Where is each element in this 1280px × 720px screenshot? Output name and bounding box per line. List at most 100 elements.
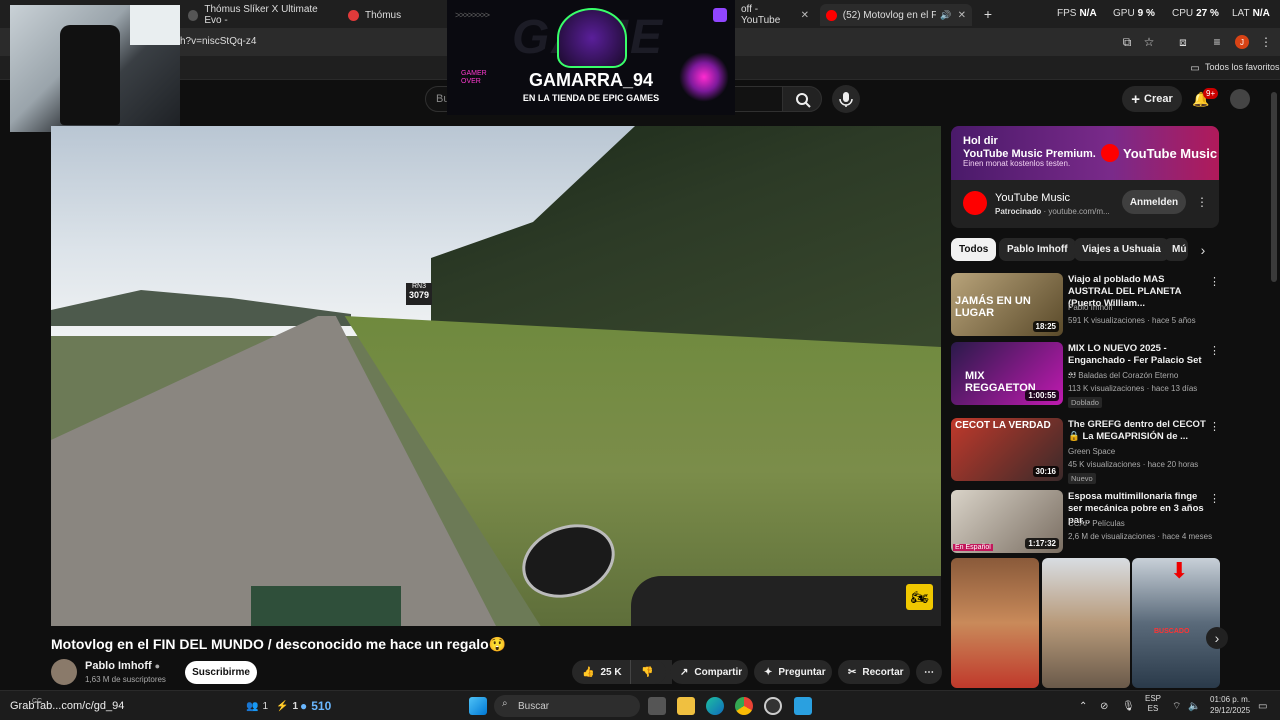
recommendation-channel[interactable]: Pablo Imhoff: [1068, 303, 1113, 312]
mic-icon[interactable]: 🎙: [1122, 696, 1135, 716]
channel-avatar[interactable]: [51, 659, 77, 685]
recommendation-channel[interactable]: Green Space: [1068, 447, 1115, 456]
tab-thomus-sliker[interactable]: Thómus Slíker X Ultimate Evo -: [182, 4, 342, 26]
extensions-icon[interactable]: ⧈: [1176, 35, 1190, 49]
account-avatar[interactable]: [1230, 89, 1250, 109]
ask-button[interactable]: ✦ Preguntar: [754, 660, 832, 684]
video-thumbnail[interactable]: En Español 1:17:32: [951, 490, 1063, 553]
recommendation-item[interactable]: En Español 1:17:32 Esposa multimillonari…: [951, 490, 1220, 555]
promo-banner[interactable]: Hol dir YouTube Music Premium. Einen mona…: [951, 126, 1219, 180]
speaker-icon[interactable]: 🔊: [940, 10, 951, 21]
create-button[interactable]: + Crear: [1122, 86, 1182, 112]
more-icon[interactable]: ⋮: [1195, 194, 1209, 210]
app-icon[interactable]: [794, 697, 812, 715]
recommendation-item[interactable]: CECOT LA VERDAD 30:16 The GREFG dentro d…: [951, 418, 1220, 484]
more-actions-button[interactable]: ⋯: [916, 660, 942, 684]
ad-promo[interactable]: Hol dir YouTube Music Premium. Einen mona…: [951, 126, 1219, 228]
site-icon: [348, 9, 359, 21]
arrow-down-icon: ⬇: [1170, 558, 1189, 583]
windows-start-icon[interactable]: [469, 697, 487, 715]
all-bookmarks-link[interactable]: Todos los favoritos: [1205, 62, 1280, 72]
rank-count: ⚡ 1: [276, 700, 299, 712]
stream-handle: GrabTab...com/c/gd_94: [10, 700, 125, 712]
menu-icon[interactable]: ⋮: [1259, 35, 1273, 49]
points-count: ● 510: [300, 699, 332, 713]
volume-icon[interactable]: 🔈: [1188, 696, 1200, 716]
clock[interactable]: 01:06 p. m. 29/12/2025: [1210, 694, 1250, 715]
anmelden-button[interactable]: Anmelden: [1122, 190, 1186, 214]
recommendation-channel[interactable]: JJ Baladas del Corazón Eterno: [1068, 371, 1178, 380]
short-thumbnail[interactable]: [951, 558, 1039, 688]
task-view-icon[interactable]: [648, 697, 666, 715]
taskbar-search[interactable]: ⌕ Buscar: [494, 695, 640, 717]
users-icon: 👥: [246, 700, 259, 712]
url-field[interactable]: h?v=niscStQq-z4: [180, 36, 256, 47]
rider-arm: [631, 576, 941, 626]
close-icon[interactable]: ✕: [952, 10, 966, 21]
wifi-icon[interactable]: ⌔: [1172, 696, 1181, 716]
chip-pablo-imhoff[interactable]: Pablo Imhoff: [999, 238, 1076, 261]
verified-icon: ●: [154, 661, 161, 671]
more-icon[interactable]: ⋮: [1209, 344, 1220, 357]
clip-button[interactable]: ✂ Recortar: [838, 660, 910, 684]
recommendation-meta: 113 K visualizaciones · hace 13 días: [1068, 384, 1198, 393]
chip-all[interactable]: Todos: [951, 238, 997, 261]
recommendation-item[interactable]: JAMÁS EN UN LUGAR 18:25 Viajo al poblado…: [951, 273, 1220, 338]
youtube-icon: [826, 9, 837, 21]
short-thumbnail[interactable]: BUSCADO ⬇: [1132, 558, 1220, 688]
dislike-button[interactable]: 👎: [630, 660, 666, 684]
search-button[interactable]: [782, 86, 822, 112]
window: [130, 5, 180, 45]
media-icon[interactable]: ≡: [1210, 35, 1224, 49]
network-off-icon[interactable]: ⊘: [1100, 696, 1108, 716]
more-icon[interactable]: ⋮: [1209, 420, 1220, 433]
video-thumbnail[interactable]: MIX REGGAETON 1:00:55: [951, 342, 1063, 405]
notification-icon[interactable]: ▭: [1258, 696, 1267, 716]
channel-name[interactable]: Pablo Imhoff ●: [85, 660, 160, 672]
chip-viajes-ushuaia[interactable]: Viajes a Ushuaia: [1074, 238, 1169, 261]
short-thumbnail[interactable]: [1042, 558, 1130, 688]
share-button[interactable]: ↗ Compartir: [670, 660, 748, 684]
edge-icon[interactable]: [706, 697, 724, 715]
cc-label: CC: [32, 697, 43, 705]
bolt-icon: ⚡: [276, 700, 289, 712]
thumbnail-text: CECOT LA VERDAD: [955, 420, 1051, 431]
new-badge: Nuevo: [1068, 473, 1096, 484]
chevron-right-icon[interactable]: ›: [1196, 242, 1210, 258]
recommendation-channel[interactable]: CCAP Películas: [1068, 519, 1125, 528]
voice-search-button[interactable]: [832, 85, 860, 113]
recommendation-meta: 2,6 M de visualizaciones · hace 4 meses: [1068, 532, 1213, 541]
obs-icon[interactable]: [764, 697, 782, 715]
subscribe-button[interactable]: Suscribirme: [185, 661, 257, 684]
chrome-icon[interactable]: [735, 697, 753, 715]
chevron-up-icon[interactable]: ⌃: [1079, 696, 1087, 716]
video-player[interactable]: RN3 3079 🏍: [51, 126, 941, 626]
tab-label: Thómus: [365, 9, 402, 21]
file-explorer-icon[interactable]: [677, 697, 695, 715]
tab-motovlog[interactable]: (52) Motovlog en el FIN DE 🔊 ✕: [820, 4, 972, 26]
language-indicator[interactable]: ESP ES: [1145, 694, 1161, 714]
arrows-decoration: >>>>>>>>: [455, 10, 490, 20]
chevron-right-icon[interactable]: ›: [1206, 627, 1228, 649]
tab-youtube-twitch[interactable]: off - YouTube ✕: [735, 4, 815, 26]
youtube-music-icon: [963, 191, 987, 215]
chip-music[interactable]: Mú: [1164, 238, 1188, 261]
new-tab-button[interactable]: +: [980, 6, 996, 22]
mic-icon: [839, 92, 853, 107]
folder-icon: ▭: [1190, 62, 1200, 74]
video-thumbnail[interactable]: JAMÁS EN UN LUGAR 18:25: [951, 273, 1063, 336]
scrollbar[interactable]: [1271, 92, 1277, 282]
tab-thomus[interactable]: Thómus: [342, 4, 442, 26]
video-thumbnail[interactable]: CECOT LA VERDAD 30:16: [951, 418, 1063, 481]
close-icon[interactable]: ✕: [795, 10, 809, 21]
more-icon[interactable]: ⋮: [1209, 275, 1220, 288]
palm-decoration: [679, 52, 729, 102]
recommendation-title[interactable]: The GREFG dentro del CECOT 🔒 La MEGAPRIS…: [1068, 419, 1208, 443]
more-icon[interactable]: ⋮: [1209, 492, 1220, 505]
cast-icon[interactable]: ⧉: [1120, 35, 1134, 49]
star-icon[interactable]: ☆: [1142, 35, 1156, 49]
profile-avatar[interactable]: J: [1235, 35, 1249, 49]
plus-icon: +: [1131, 90, 1140, 108]
recommendation-item[interactable]: MIX REGGAETON 1:00:55 MIX LO NUEVO 2025 …: [951, 342, 1220, 408]
twitch-icon: [713, 8, 727, 22]
